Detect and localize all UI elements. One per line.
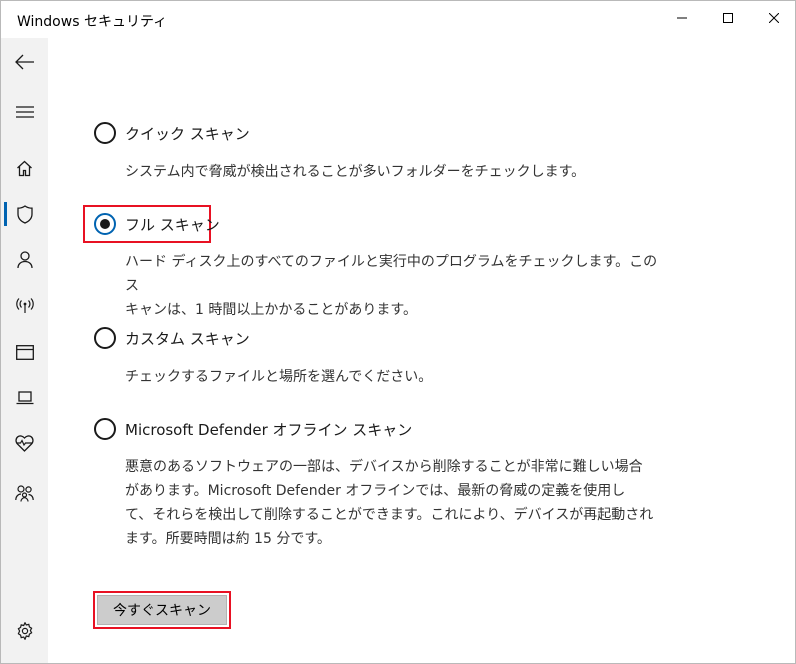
description-line: ます。所要時間は約 15 分です。 — [125, 531, 331, 547]
maximize-icon — [723, 13, 733, 23]
scan-options-panel: クイック スキャン システム内で脅威が検出されることが多いフォルダーをチェックし… — [48, 38, 795, 663]
back-button[interactable] — [1, 40, 48, 84]
scan-now-button[interactable]: 今すぐスキャン — [97, 595, 227, 625]
custom-scan-radio[interactable] — [94, 327, 116, 349]
hamburger-menu-icon — [15, 106, 34, 118]
custom-scan-label: カスタム スキャン — [125, 329, 250, 348]
custom-scan-option[interactable]: カスタム スキャン — [94, 327, 250, 349]
description-line: キャンは、1 時間以上かかることがあります。 — [125, 302, 417, 318]
sidebar-item-app-browser[interactable] — [1, 330, 48, 374]
custom-scan-description: チェックするファイルと場所を選んでください。 — [125, 365, 665, 389]
sidebar-item-home[interactable] — [1, 146, 48, 190]
description-line: システム内で脅威が検出されることが多いフォルダーをチェックします。 — [125, 164, 586, 180]
sidebar-nav — [1, 38, 48, 663]
description-line: て、それらを検出して削除することができます。これにより、デバイスが再起動され — [125, 507, 654, 523]
offline-scan-radio[interactable] — [94, 418, 116, 440]
wifi-antenna-icon — [15, 298, 34, 313]
menu-button[interactable] — [1, 90, 48, 134]
sidebar-item-family[interactable] — [1, 471, 48, 515]
close-icon — [769, 13, 779, 23]
description-line: 悪意のあるソフトウェアの一部は、デバイスから削除することが非常に難しい場合 — [125, 459, 643, 475]
person-icon — [16, 251, 33, 269]
quick-scan-radio[interactable] — [94, 122, 116, 144]
full-scan-radio[interactable] — [94, 213, 116, 235]
home-icon — [17, 160, 32, 176]
close-button[interactable] — [751, 1, 795, 35]
shield-icon — [16, 204, 33, 224]
windows-security-window: Windows セキュリティ クイック スキャン システム内で脅威が検出されるこ… — [0, 0, 796, 664]
offline-scan-description: 悪意のあるソフトウェアの一部は、デバイスから削除することが非常に難しい場合 があ… — [125, 455, 665, 551]
offline-scan-option[interactable]: Microsoft Defender オフライン スキャン — [94, 418, 412, 440]
quick-scan-option[interactable]: クイック スキャン — [94, 122, 250, 144]
title-bar: Windows セキュリティ — [1, 1, 795, 38]
sidebar-item-device-health[interactable] — [1, 421, 48, 465]
full-scan-description: ハード ディスク上のすべてのファイルと実行中のプログラムをチェックします。このス… — [125, 250, 665, 322]
description-line: チェックするファイルと場所を選んでください。 — [125, 369, 433, 385]
window-title: Windows セキュリティ — [17, 14, 168, 30]
settings-gear-icon — [17, 622, 32, 640]
description-line: があります。Microsoft Defender オフラインでは、最新の脅威の定… — [125, 483, 626, 499]
sidebar-item-device-security[interactable] — [1, 376, 48, 420]
quick-scan-description: システム内で脅威が検出されることが多いフォルダーをチェックします。 — [125, 160, 665, 184]
app-browser-icon — [15, 344, 34, 360]
description-line: ハード ディスク上のすべてのファイルと実行中のプログラムをチェックします。このス — [125, 254, 658, 294]
back-arrow-icon — [14, 54, 34, 70]
laptop-icon — [16, 391, 33, 405]
full-scan-label: フル スキャン — [125, 215, 220, 234]
heart-pulse-icon — [15, 434, 34, 452]
sidebar-item-settings[interactable] — [1, 609, 48, 653]
full-scan-option[interactable]: フル スキャン — [94, 213, 220, 235]
sidebar-item-virus-protection[interactable] — [1, 192, 48, 236]
minimize-icon — [677, 17, 687, 19]
minimize-button[interactable] — [659, 1, 705, 35]
quick-scan-label: クイック スキャン — [125, 124, 250, 143]
family-icon — [15, 484, 34, 502]
offline-scan-label: Microsoft Defender オフライン スキャン — [125, 420, 413, 439]
sidebar-item-firewall[interactable] — [1, 284, 48, 328]
maximize-button[interactable] — [705, 1, 751, 35]
protection-history-link-partial[interactable] — [96, 26, 100, 42]
sidebar-item-account[interactable] — [1, 238, 48, 282]
